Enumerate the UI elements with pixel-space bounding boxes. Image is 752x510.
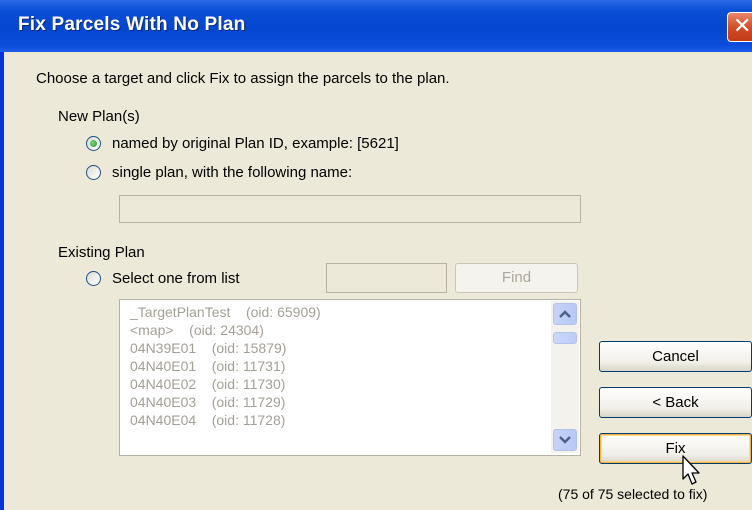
plan-name-input[interactable]: [119, 195, 581, 223]
list-item[interactable]: 04N40E01 (oid: 11731): [130, 358, 285, 374]
new-plans-label: New Plan(s): [58, 108, 140, 125]
close-button[interactable]: ✕: [727, 12, 752, 42]
scroll-down-button[interactable]: [553, 429, 577, 451]
radio-button[interactable]: [86, 165, 101, 180]
radio-single-label[interactable]: single plan, with the following name:: [112, 164, 352, 181]
list-scrollbar[interactable]: [551, 301, 579, 453]
instruction-text: Choose a target and click Fix to assign …: [36, 70, 450, 87]
radio-selected-dot: [90, 140, 97, 147]
scroll-up-button[interactable]: [553, 303, 577, 325]
close-icon: ✕: [733, 14, 752, 39]
find-button[interactable]: Find: [455, 263, 578, 293]
radio-button[interactable]: [86, 271, 101, 286]
up-arrow-icon: [559, 310, 571, 318]
down-arrow-icon: [559, 436, 571, 444]
back-button[interactable]: < Back: [599, 387, 752, 418]
list-item[interactable]: 04N40E04 (oid: 11728): [130, 412, 285, 428]
cancel-button[interactable]: Cancel: [599, 341, 752, 372]
fix-button[interactable]: Fix: [599, 433, 752, 464]
mouse-pointer-icon: [682, 455, 700, 485]
selection-status: (75 of 75 selected to fix): [558, 486, 708, 502]
radio-named-label[interactable]: named by original Plan ID, example: [562…: [112, 135, 399, 152]
existing-plan-label: Existing Plan: [58, 244, 145, 261]
radio-select-label[interactable]: Select one from list: [112, 270, 240, 287]
radio-button-selected[interactable]: [86, 136, 101, 151]
window-title: Fix Parcels With No Plan: [18, 14, 246, 35]
list-item[interactable]: _TargetPlanTest (oid: 65909): [130, 304, 321, 320]
plan-search-input[interactable]: [326, 263, 447, 293]
list-item[interactable]: 04N40E02 (oid: 11730): [130, 376, 285, 392]
scroll-thumb[interactable]: [553, 332, 577, 344]
list-item[interactable]: 04N39E01 (oid: 15879): [130, 340, 286, 356]
list-item[interactable]: 04N40E03 (oid: 11729): [130, 394, 285, 410]
title-bar[interactable]: Fix Parcels With No Plan ✕: [0, 0, 752, 52]
list-item[interactable]: <map> (oid: 24304): [130, 322, 264, 338]
plan-listbox[interactable]: _TargetPlanTest (oid: 65909) <map> (oid:…: [119, 299, 581, 456]
